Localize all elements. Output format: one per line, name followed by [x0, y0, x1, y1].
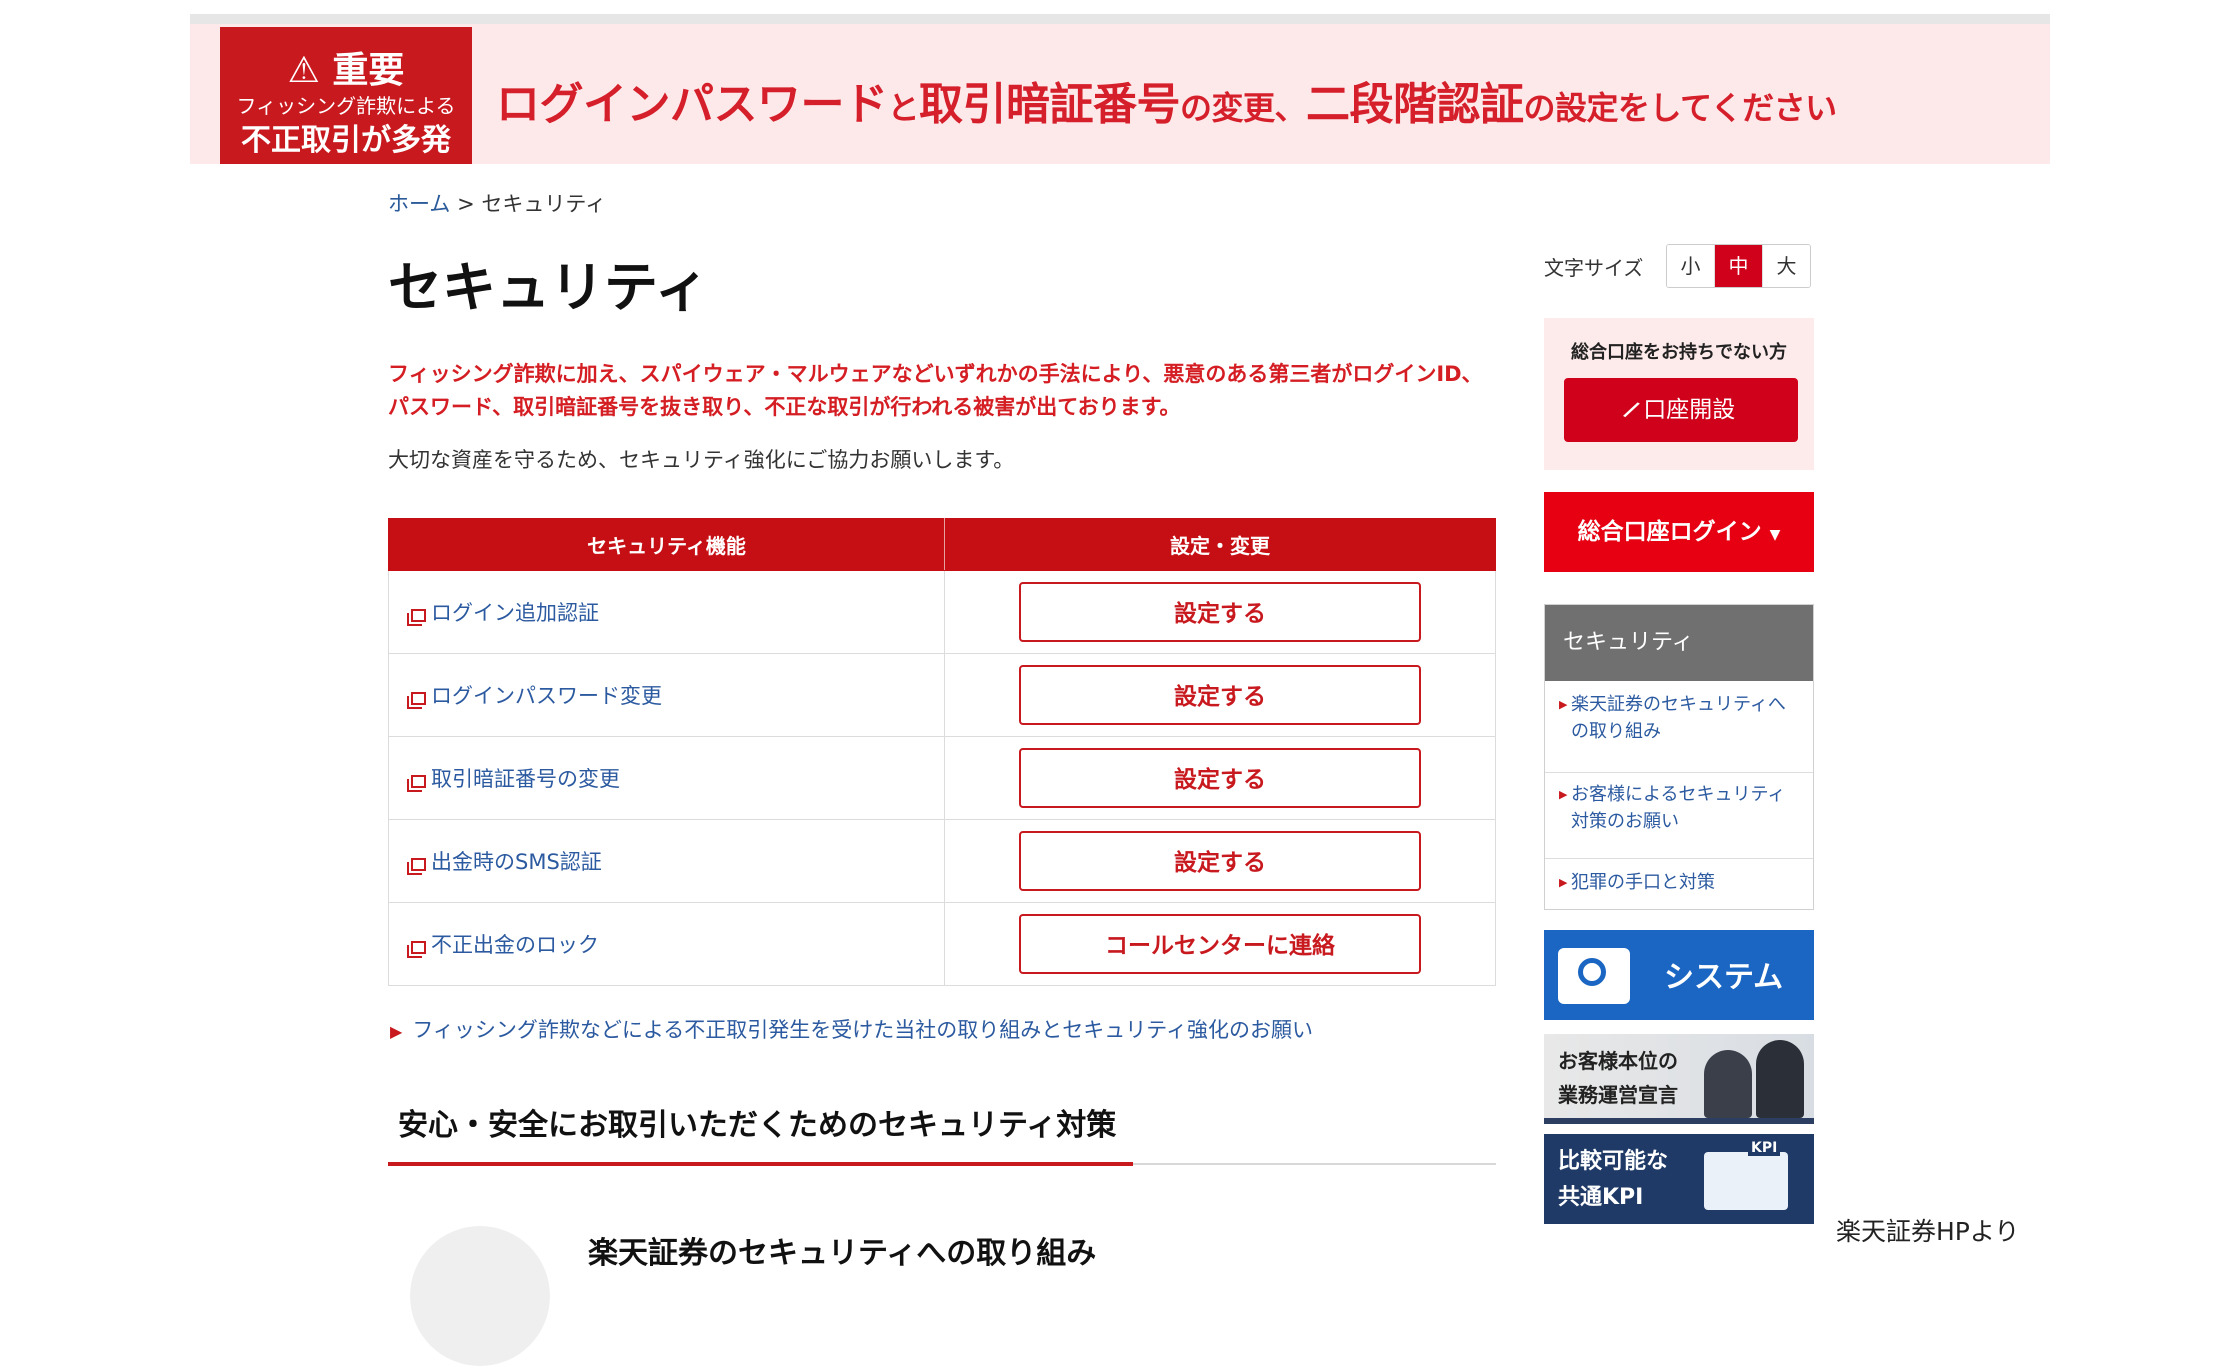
header-security-feature: セキュリティ機能	[388, 518, 945, 571]
font-size-large-button[interactable]: 大	[1762, 245, 1810, 287]
gear-monitor-icon	[1558, 948, 1630, 1004]
feature-link-pin-change[interactable]: 取引暗証番号の変更	[388, 736, 945, 820]
caret-down-icon: ▼	[1769, 527, 1781, 543]
phishing-warning-text: フィッシング詐欺に加え、スパイウェア・マルウェアなどいずれかの手法により、悪意の…	[388, 362, 1483, 419]
header-settings-change: 設定・変更	[944, 518, 1496, 571]
person-illustration	[1756, 1040, 1804, 1118]
triangle-right-icon: ▶	[1559, 788, 1568, 801]
promo-kpi-banner[interactable]: 比較可能な 共通KPI KPI	[1544, 1134, 1814, 1224]
intro-text: 大切な資産を守るため、セキュリティ強化にご協力お願いします。	[388, 448, 1015, 472]
source-credit: 楽天証券HPより	[1836, 1217, 2020, 1246]
nav-item-crime-methods[interactable]: ▶ 犯罪の手口と対策	[1545, 869, 1813, 909]
no-account-label: 総合口座をお持ちでない方	[1571, 342, 1787, 363]
warning-icon: ⚠	[287, 50, 320, 91]
nav-item-customer-measures[interactable]: ▶ お客様によるセキュリティ対策のお願い	[1545, 781, 1813, 859]
new-window-icon	[407, 775, 426, 792]
promo-customer-first-banner[interactable]: お客様本位の 業務運営宣言	[1544, 1034, 1814, 1124]
kpi-tag: KPI	[1748, 1140, 1781, 1156]
setup-button[interactable]: 設定する	[1019, 582, 1421, 642]
feature-link-login-auth[interactable]: ログイン追加認証	[388, 570, 945, 654]
feature-link-sms-auth[interactable]: 出金時のSMS認証	[388, 819, 945, 903]
important-badge: ⚠ 重要 フィッシング詐欺による 不正取引が多発	[220, 27, 472, 164]
feature-link-withdraw-lock[interactable]: 不正出金のロック	[388, 902, 945, 986]
section-divider-accent	[388, 1162, 1133, 1166]
triangle-right-icon: ▶	[1559, 698, 1568, 711]
open-account-button[interactable]: /口座開設	[1564, 378, 1798, 442]
nav-header: セキュリティ	[1545, 605, 1813, 681]
badge-main: 不正取引が多発	[241, 123, 451, 158]
table-header-row: セキュリティ機能 設定・変更	[388, 518, 1496, 571]
table-row: 出金時のSMS認証 設定する	[388, 819, 1496, 903]
new-window-icon	[407, 692, 426, 709]
section-illustration	[410, 1226, 550, 1366]
open-account-box: 総合口座をお持ちでない方 /口座開設	[1544, 318, 1814, 470]
new-window-icon	[407, 941, 426, 958]
security-nav: セキュリティ ▶ 楽天証券のセキュリティへの取り組み ▶ お客様によるセキュリティ対…	[1544, 604, 1814, 910]
chart-magnifier-icon	[1704, 1152, 1788, 1210]
new-window-icon	[407, 858, 426, 875]
triangle-right-icon: ▶	[390, 1022, 403, 1041]
new-window-icon	[407, 609, 426, 626]
phishing-notice-link[interactable]: ▶ フィッシング詐欺などによる不正取引発生を受けた当社の取り組みとセキュリティ強化…	[390, 1014, 1313, 1044]
triangle-right-icon: ▶	[1559, 876, 1568, 889]
breadcrumb: ホーム > セキュリティ	[388, 188, 606, 218]
badge-title: ⚠ 重要	[287, 50, 405, 91]
breadcrumb-separator: >	[457, 192, 475, 216]
promo-system-banner[interactable]: システム	[1544, 930, 1814, 1020]
breadcrumb-current: セキュリティ	[481, 192, 607, 216]
font-size-medium-button[interactable]: 中	[1714, 245, 1762, 287]
person-illustration	[1704, 1050, 1752, 1118]
font-size-small-button[interactable]: 小	[1667, 245, 1714, 287]
table-row: 取引暗証番号の変更 設定する	[388, 736, 1496, 820]
contact-call-center-button[interactable]: コールセンターに連絡	[1019, 914, 1421, 974]
setup-button[interactable]: 設定する	[1019, 665, 1421, 725]
setup-button[interactable]: 設定する	[1019, 748, 1421, 808]
table-row: ログイン追加認証 設定する	[388, 570, 1496, 654]
sub-heading: 楽天証券のセキュリティへの取り組み	[588, 1236, 1097, 1271]
font-size-label: 文字サイズ	[1544, 256, 1644, 280]
nav-item-initiatives[interactable]: ▶ 楽天証券のセキュリティへの取り組み	[1545, 691, 1813, 773]
table-row: ログインパスワード変更 設定する	[388, 653, 1496, 737]
page-title: セキュリティ	[388, 256, 709, 319]
breadcrumb-home-link[interactable]: ホーム	[388, 192, 450, 216]
table-row: 不正出金のロック コールセンターに連絡	[388, 902, 1496, 986]
font-size-selector: 小 中 大	[1666, 244, 1811, 288]
account-login-button[interactable]: 総合口座ログイン ▼	[1544, 492, 1814, 572]
setup-button[interactable]: 設定する	[1019, 831, 1421, 891]
banner-headline[interactable]: ログインパスワードと取引暗証番号の変更、二段階認証の設定をしてください	[496, 68, 1837, 132]
section-heading: 安心・安全にお取引いただくためのセキュリティ対策	[398, 1108, 1117, 1143]
security-table: セキュリティ機能 設定・変更 ログイン追加認証 設定する ログインパスワード変更…	[388, 518, 1496, 986]
feature-link-password-change[interactable]: ログインパスワード変更	[388, 653, 945, 737]
